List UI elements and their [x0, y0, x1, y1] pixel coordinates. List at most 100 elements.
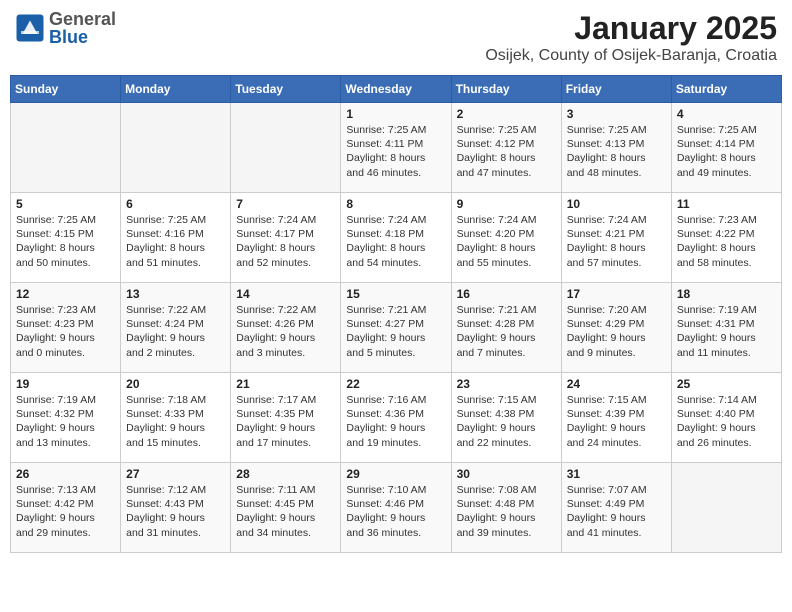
calendar-day-cell: 12 Sunrise: 7:23 AM Sunset: 4:23 PM Dayli…	[11, 283, 121, 373]
day-number: 21	[236, 377, 335, 391]
logo-general: General	[49, 10, 116, 28]
day-info: Sunrise: 7:23 AM Sunset: 4:23 PM Dayligh…	[16, 303, 115, 360]
day-number: 31	[567, 467, 666, 481]
day-info: Sunrise: 7:13 AM Sunset: 4:42 PM Dayligh…	[16, 483, 115, 540]
calendar-day-cell: 14Sunrise: 7:22 AM Sunset: 4:26 PM Dayli…	[231, 283, 341, 373]
calendar-day-cell: 8 Sunrise: 7:24 AM Sunset: 4:18 PM Daylig…	[341, 193, 451, 283]
day-number: 10	[567, 197, 666, 211]
calendar-subtitle: Osijek, County of Osijek-Baranja, Croati…	[485, 47, 777, 65]
logo-blue: Blue	[49, 28, 116, 46]
day-number: 16	[457, 287, 556, 301]
day-info: Sunrise: 7:07 AM Sunset: 4:49 PM Dayligh…	[567, 483, 666, 540]
day-info: Sunrise: 7:10 AM Sunset: 4:46 PM Dayligh…	[346, 483, 445, 540]
calendar-day-cell: 20Sunrise: 7:18 AM Sunset: 4:33 PM Dayli…	[121, 373, 231, 463]
calendar-day-cell: 2 Sunrise: 7:25 AM Sunset: 4:12 PM Daylig…	[451, 103, 561, 193]
day-number: 9	[457, 197, 556, 211]
day-info: Sunrise: 7:24 AM Sunset: 4:21 PM Dayligh…	[567, 213, 666, 270]
day-number: 8	[346, 197, 445, 211]
day-info: Sunrise: 7:22 AM Sunset: 4:24 PM Dayligh…	[126, 303, 225, 360]
calendar-day-cell: 23 Sunrise: 7:15 AM Sunset: 4:38 PM Dayli…	[451, 373, 561, 463]
day-number: 17	[567, 287, 666, 301]
calendar-body: 1Sunrise: 7:25 AM Sunset: 4:11 PM Daylig…	[11, 103, 782, 553]
calendar-day-cell: 13 Sunrise: 7:22 AM Sunset: 4:24 PM Dayli…	[121, 283, 231, 373]
day-number: 14	[236, 287, 335, 301]
title-block: January 2025 Osijek, County of Osijek-Ba…	[485, 10, 777, 65]
calendar-day-cell: 26Sunrise: 7:13 AM Sunset: 4:42 PM Dayli…	[11, 463, 121, 553]
day-number: 25	[677, 377, 776, 391]
day-info: Sunrise: 7:24 AM Sunset: 4:20 PM Dayligh…	[457, 213, 556, 270]
calendar-week-row: 19 Sunrise: 7:19 AM Sunset: 4:32 PM Dayli…	[11, 373, 782, 463]
day-info: Sunrise: 7:19 AM Sunset: 4:32 PM Dayligh…	[16, 393, 115, 450]
calendar-day-cell: 21 Sunrise: 7:17 AM Sunset: 4:35 PM Dayli…	[231, 373, 341, 463]
calendar-day-cell	[11, 103, 121, 193]
day-info: Sunrise: 7:17 AM Sunset: 4:35 PM Dayligh…	[236, 393, 335, 450]
day-number: 2	[457, 107, 556, 121]
weekday-header-cell: Wednesday	[341, 76, 451, 103]
calendar-day-cell: 11 Sunrise: 7:23 AM Sunset: 4:22 PM Dayli…	[671, 193, 781, 283]
day-info: Sunrise: 7:25 AM Sunset: 4:11 PM Dayligh…	[346, 123, 445, 180]
day-info: Sunrise: 7:21 AM Sunset: 4:27 PM Dayligh…	[346, 303, 445, 360]
day-info: Sunrise: 7:15 AM Sunset: 4:39 PM Dayligh…	[567, 393, 666, 450]
day-number: 6	[126, 197, 225, 211]
day-info: Sunrise: 7:25 AM Sunset: 4:12 PM Dayligh…	[457, 123, 556, 180]
calendar-day-cell: 30Sunrise: 7:08 AM Sunset: 4:48 PM Dayli…	[451, 463, 561, 553]
day-number: 19	[16, 377, 115, 391]
calendar-week-row: 12 Sunrise: 7:23 AM Sunset: 4:23 PM Dayli…	[11, 283, 782, 373]
logo-icon	[15, 13, 45, 43]
day-info: Sunrise: 7:25 AM Sunset: 4:14 PM Dayligh…	[677, 123, 776, 180]
day-number: 13	[126, 287, 225, 301]
calendar-day-cell: 7 Sunrise: 7:24 AM Sunset: 4:17 PM Daylig…	[231, 193, 341, 283]
calendar-day-cell: 15 Sunrise: 7:21 AM Sunset: 4:27 PM Dayli…	[341, 283, 451, 373]
day-info: Sunrise: 7:14 AM Sunset: 4:40 PM Dayligh…	[677, 393, 776, 450]
day-info: Sunrise: 7:15 AM Sunset: 4:38 PM Dayligh…	[457, 393, 556, 450]
day-info: Sunrise: 7:24 AM Sunset: 4:17 PM Dayligh…	[236, 213, 335, 270]
weekday-header-cell: Monday	[121, 76, 231, 103]
calendar-title: January 2025	[485, 10, 777, 47]
day-number: 4	[677, 107, 776, 121]
day-number: 24	[567, 377, 666, 391]
calendar-day-cell	[121, 103, 231, 193]
calendar-day-cell: 22Sunrise: 7:16 AM Sunset: 4:36 PM Dayli…	[341, 373, 451, 463]
day-number: 5	[16, 197, 115, 211]
calendar-week-row: 1Sunrise: 7:25 AM Sunset: 4:11 PM Daylig…	[11, 103, 782, 193]
weekday-header-cell: Tuesday	[231, 76, 341, 103]
calendar-day-cell: 19 Sunrise: 7:19 AM Sunset: 4:32 PM Dayli…	[11, 373, 121, 463]
day-info: Sunrise: 7:08 AM Sunset: 4:48 PM Dayligh…	[457, 483, 556, 540]
calendar-table: SundayMondayTuesdayWednesdayThursdayFrid…	[10, 75, 782, 553]
calendar-day-cell: 25 Sunrise: 7:14 AM Sunset: 4:40 PM Dayli…	[671, 373, 781, 463]
day-info: Sunrise: 7:23 AM Sunset: 4:22 PM Dayligh…	[677, 213, 776, 270]
day-number: 22	[346, 377, 445, 391]
calendar-day-cell: 6 Sunrise: 7:25 AM Sunset: 4:16 PM Daylig…	[121, 193, 231, 283]
weekday-header-cell: Saturday	[671, 76, 781, 103]
logo-text: General Blue	[49, 10, 116, 46]
calendar-day-cell: 4 Sunrise: 7:25 AM Sunset: 4:14 PM Daylig…	[671, 103, 781, 193]
day-number: 11	[677, 197, 776, 211]
calendar-week-row: 26Sunrise: 7:13 AM Sunset: 4:42 PM Dayli…	[11, 463, 782, 553]
calendar-day-cell: 3Sunrise: 7:25 AM Sunset: 4:13 PM Daylig…	[561, 103, 671, 193]
day-info: Sunrise: 7:25 AM Sunset: 4:13 PM Dayligh…	[567, 123, 666, 180]
day-number: 28	[236, 467, 335, 481]
calendar-day-cell: 16Sunrise: 7:21 AM Sunset: 4:28 PM Dayli…	[451, 283, 561, 373]
day-info: Sunrise: 7:25 AM Sunset: 4:16 PM Dayligh…	[126, 213, 225, 270]
calendar-day-cell: 1Sunrise: 7:25 AM Sunset: 4:11 PM Daylig…	[341, 103, 451, 193]
day-info: Sunrise: 7:11 AM Sunset: 4:45 PM Dayligh…	[236, 483, 335, 540]
day-number: 7	[236, 197, 335, 211]
day-number: 12	[16, 287, 115, 301]
day-info: Sunrise: 7:12 AM Sunset: 4:43 PM Dayligh…	[126, 483, 225, 540]
calendar-day-cell: 27 Sunrise: 7:12 AM Sunset: 4:43 PM Dayli…	[121, 463, 231, 553]
page-header: General Blue January 2025 Osijek, County…	[10, 10, 782, 65]
logo: General Blue	[15, 10, 116, 46]
calendar-day-cell: 9 Sunrise: 7:24 AM Sunset: 4:20 PM Daylig…	[451, 193, 561, 283]
day-info: Sunrise: 7:24 AM Sunset: 4:18 PM Dayligh…	[346, 213, 445, 270]
calendar-day-cell	[671, 463, 781, 553]
day-number: 27	[126, 467, 225, 481]
day-number: 29	[346, 467, 445, 481]
calendar-day-cell: 17Sunrise: 7:20 AM Sunset: 4:29 PM Dayli…	[561, 283, 671, 373]
day-number: 15	[346, 287, 445, 301]
calendar-day-cell: 28 Sunrise: 7:11 AM Sunset: 4:45 PM Dayli…	[231, 463, 341, 553]
weekday-header-cell: Friday	[561, 76, 671, 103]
day-number: 20	[126, 377, 225, 391]
day-number: 23	[457, 377, 556, 391]
calendar-day-cell: 29 Sunrise: 7:10 AM Sunset: 4:46 PM Dayli…	[341, 463, 451, 553]
calendar-day-cell: 31 Sunrise: 7:07 AM Sunset: 4:49 PM Dayli…	[561, 463, 671, 553]
